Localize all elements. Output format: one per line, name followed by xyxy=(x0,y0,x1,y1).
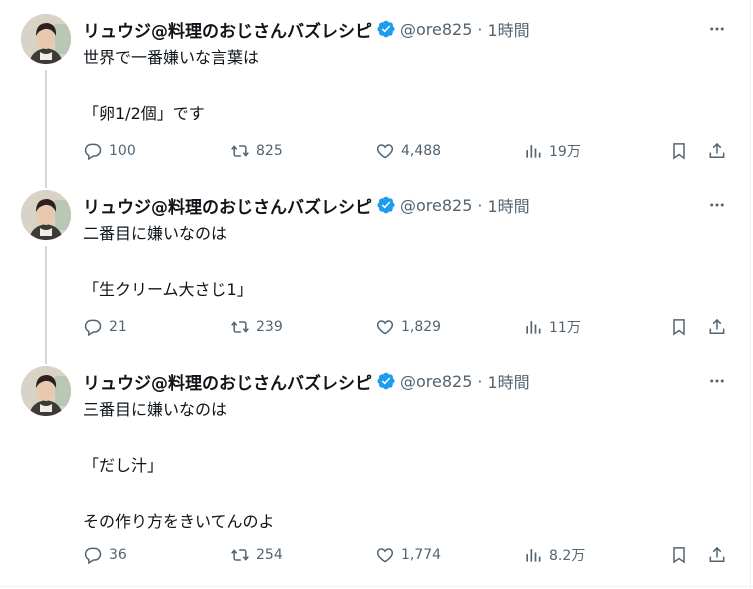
tweet-header: リュウジ@料理のおじさんバズレシピ @ore825 · 1時間 xyxy=(83,17,530,42)
like-button[interactable]: 1,829 xyxy=(375,315,441,339)
author-handle[interactable]: @ore825 xyxy=(400,196,472,215)
like-count: 1,829 xyxy=(401,319,442,335)
tweet-text-line xyxy=(83,424,693,452)
tweet-text-line: 世界で一番嫌いな言葉は xyxy=(83,48,260,67)
tweet-text-line: 二番目に嫌いなのは xyxy=(83,224,228,243)
reply-icon xyxy=(84,319,102,337)
retweet-count: 239 xyxy=(256,319,283,335)
reply-button[interactable]: 36 xyxy=(83,543,127,567)
thread-connector-line xyxy=(45,352,47,364)
author-handle[interactable]: @ore825 xyxy=(400,372,472,391)
tweet-timestamp[interactable]: 1時間 xyxy=(488,193,530,217)
like-button[interactable]: 1,774 xyxy=(375,543,441,567)
share-icon xyxy=(709,318,725,334)
author-name[interactable]: リュウジ@料理のおじさんバズレシピ xyxy=(83,193,372,218)
reply-icon xyxy=(84,143,102,161)
separator-dot: · xyxy=(477,19,483,39)
heart-icon xyxy=(376,548,394,563)
tweet-text: 三番目に嫌いなのは 「だし汁」 その作り方をきいてんのよ xyxy=(83,396,693,536)
thread-connector-line xyxy=(45,246,47,352)
tweet-text-line: その作り方をきいてんのよ xyxy=(83,512,275,531)
share-icon xyxy=(709,142,725,158)
reply-count: 21 xyxy=(109,319,127,335)
heart-icon xyxy=(376,144,394,159)
tweet[interactable]: リュウジ@料理のおじさんバズレシピ @ore825 · 1時間 二番目に嫌いなの… xyxy=(0,176,753,352)
bookmark-button[interactable] xyxy=(669,139,689,163)
bookmark-icon xyxy=(673,319,685,336)
view-count: 19万 xyxy=(549,144,581,160)
tweet-text: 二番目に嫌いなのは 「生クリーム大さじ1」 xyxy=(83,220,693,304)
author-name[interactable]: リュウジ@料理のおじさんバズレシピ xyxy=(83,17,372,42)
view-count: 8.2万 xyxy=(549,548,586,564)
author-handle[interactable]: @ore825 xyxy=(400,20,472,39)
tweet-header: リュウジ@料理のおじさんバズレシピ @ore825 · 1時間 xyxy=(83,193,530,218)
share-icon xyxy=(709,546,725,562)
tweet-text-line: 「生クリーム大さじ1」 xyxy=(83,280,253,299)
view-count: 11万 xyxy=(549,320,581,336)
tweet-actions: 100 825 4,488 19万 xyxy=(83,139,733,163)
retweet-count: 825 xyxy=(256,143,283,159)
more-icon[interactable] xyxy=(706,18,728,40)
like-count: 4,488 xyxy=(401,143,442,159)
author-name[interactable]: リュウジ@料理のおじさんバズレシピ xyxy=(83,369,372,394)
retweet-button[interactable]: 254 xyxy=(230,543,283,567)
views-button[interactable]: 11万 xyxy=(523,315,581,339)
views-button[interactable]: 8.2万 xyxy=(523,543,585,567)
tweet-timestamp[interactable]: 1時間 xyxy=(488,369,530,393)
retweet-icon xyxy=(231,321,249,333)
tweet-text-line xyxy=(83,72,693,100)
share-button[interactable] xyxy=(707,315,727,339)
views-chart-icon xyxy=(526,145,541,158)
tweet-text-line xyxy=(83,480,693,508)
reply-icon xyxy=(84,547,102,565)
bookmark-icon xyxy=(673,143,685,160)
share-button[interactable] xyxy=(707,543,727,567)
reply-count: 100 xyxy=(109,143,136,159)
reply-count: 36 xyxy=(109,547,127,563)
views-button[interactable]: 19万 xyxy=(523,139,581,163)
views-chart-icon xyxy=(526,549,541,562)
views-chart-icon xyxy=(526,321,541,334)
separator-dot: · xyxy=(477,371,483,391)
verified-badge-icon xyxy=(377,196,395,214)
tweet-text-line: 「だし汁」 xyxy=(83,456,164,475)
retweet-icon xyxy=(231,549,249,561)
tweet-text: 世界で一番嫌いな言葉は 「卵1/2個」です xyxy=(83,44,693,128)
like-button[interactable]: 4,488 xyxy=(375,139,441,163)
retweet-button[interactable]: 825 xyxy=(230,139,283,163)
more-icon[interactable] xyxy=(706,370,728,392)
bookmark-button[interactable] xyxy=(669,543,689,567)
separator-dot: · xyxy=(477,195,483,215)
tweet[interactable]: リュウジ@料理のおじさんバズレシピ @ore825 · 1時間 世界で一番嫌いな… xyxy=(0,0,753,176)
like-count: 1,774 xyxy=(401,547,442,563)
bookmark-button[interactable] xyxy=(669,315,689,339)
reply-button[interactable]: 21 xyxy=(83,315,127,339)
retweet-icon xyxy=(231,145,249,157)
thread-connector-line xyxy=(45,70,47,176)
timeline-border xyxy=(750,0,751,589)
more-icon[interactable] xyxy=(706,194,728,216)
avatar[interactable] xyxy=(21,14,71,64)
verified-badge-icon xyxy=(377,372,395,390)
verified-badge-icon xyxy=(377,20,395,38)
tweet-actions: 36 254 1,774 8.2万 xyxy=(83,543,733,567)
tweet-text-line: 「卵1/2個」です xyxy=(83,104,205,123)
tweet[interactable]: リュウジ@料理のおじさんバズレシピ @ore825 · 1時間 三番目に嫌いなの… xyxy=(0,352,753,589)
tweet-actions: 21 239 1,829 11万 xyxy=(83,315,733,339)
heart-icon xyxy=(376,320,394,335)
share-button[interactable] xyxy=(707,139,727,163)
timeline-divider xyxy=(0,586,753,587)
tweet-text-line: 三番目に嫌いなのは xyxy=(83,400,228,419)
thread-connector-line xyxy=(45,176,47,188)
reply-button[interactable]: 100 xyxy=(83,139,136,163)
avatar[interactable] xyxy=(21,190,71,240)
retweet-count: 254 xyxy=(256,547,283,563)
tweet-text-line xyxy=(83,248,693,276)
tweet-header: リュウジ@料理のおじさんバズレシピ @ore825 · 1時間 xyxy=(83,369,530,394)
bookmark-icon xyxy=(673,547,685,564)
avatar[interactable] xyxy=(21,366,71,416)
tweet-timestamp[interactable]: 1時間 xyxy=(488,17,530,41)
retweet-button[interactable]: 239 xyxy=(230,315,283,339)
